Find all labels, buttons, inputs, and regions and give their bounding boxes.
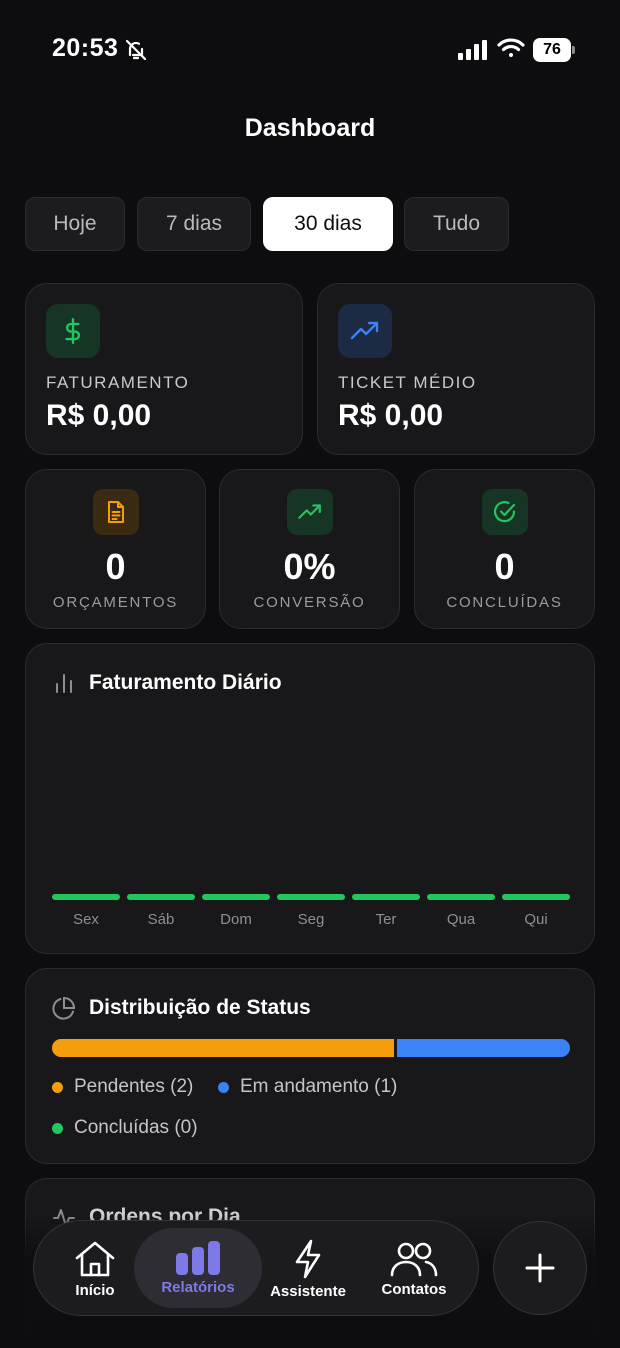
pie-chart-icon	[52, 996, 76, 1020]
users-icon	[390, 1242, 438, 1276]
day-label-1: Sáb	[147, 911, 175, 928]
add-button[interactable]	[493, 1221, 587, 1315]
completed-stat-card: 0 CONCLUÍDAS	[414, 469, 595, 629]
day-label-5: Qua	[446, 911, 476, 928]
tab-30-days[interactable]: 30 dias	[263, 197, 393, 251]
legend-in-progress: Em andamento (1)	[218, 1076, 397, 1098]
daily-bar-6	[502, 894, 570, 900]
revenue-label: FATURAMENTO	[46, 373, 190, 392]
legend-in-progress-label: Em andamento (1)	[240, 1076, 398, 1097]
page-title: Dashboard	[244, 114, 376, 142]
conversion-icon-box	[287, 489, 333, 535]
legend-completed: Concluídas (0)	[52, 1117, 198, 1139]
wifi-icon	[497, 38, 525, 57]
day-label-0: Sex	[73, 911, 99, 928]
daily-bar-4	[352, 894, 420, 900]
tab-7-days[interactable]: 7 dias	[137, 197, 251, 251]
bar-chart-icon	[176, 1240, 220, 1275]
legend-completed-label: Concluídas (0)	[74, 1117, 198, 1138]
completed-value: 0	[494, 546, 515, 587]
revenue-value: R$ 0,00	[46, 399, 152, 432]
completed-label: CONCLUÍDAS	[446, 594, 563, 611]
legend-dot-completed	[52, 1122, 63, 1134]
signal-icon	[458, 40, 487, 60]
conversion-value: 0%	[283, 546, 336, 587]
day-label-6: Qui	[524, 911, 548, 928]
legend-dot-pending	[52, 1081, 63, 1093]
conversion-label: CONVERSÃO	[253, 594, 366, 611]
day-label-3: Seg	[297, 911, 325, 928]
ticket-label: TICKET MÉDIO	[338, 373, 477, 392]
conversion-stat-card: 0% CONVERSÃO	[219, 469, 400, 629]
bottom-navigation: Início Relatórios Assistente Contatos	[33, 1220, 479, 1316]
battery-indicator: 76	[533, 38, 575, 62]
legend-pending: Pendentes (2)	[52, 1076, 193, 1098]
quotes-value: 0	[105, 546, 126, 587]
day-label-4: Ter	[375, 911, 397, 928]
status-segment-0	[52, 1039, 395, 1057]
tab-all[interactable]: Tudo	[404, 197, 509, 251]
check-circle-icon	[493, 501, 516, 523]
status-segment-1	[397, 1039, 570, 1057]
nav-contacts[interactable]: Contatos	[368, 1221, 460, 1317]
nav-assistant[interactable]: Assistente	[262, 1221, 354, 1317]
daily-bar-2	[202, 894, 270, 900]
completed-icon-box	[482, 489, 528, 535]
day-label-2: Dom	[220, 911, 252, 928]
status-bar: 20:53 76	[0, 0, 620, 100]
quotes-stat-card: 0 ORÇAMENTOS	[25, 469, 206, 629]
tab-today[interactable]: Hoje	[25, 197, 125, 251]
home-icon	[75, 1241, 115, 1276]
status-time: 20:53	[52, 34, 119, 62]
nav-home-label: Início	[75, 1281, 115, 1299]
nav-home[interactable]: Início	[48, 1221, 142, 1317]
daily-revenue-title: Faturamento Diário	[89, 671, 282, 694]
daily-revenue-card: Faturamento Diário Sex Sáb Dom Seg Ter Qua Qui	[25, 643, 595, 954]
nav-assistant-label: Assistente	[270, 1282, 346, 1300]
nav-reports-label: Relatórios	[161, 1278, 235, 1296]
bar-chart-icon	[56, 674, 72, 693]
daily-bar-1	[127, 894, 195, 900]
nav-contacts-label: Contatos	[381, 1280, 447, 1298]
status-distribution-bar	[52, 1039, 570, 1057]
ticket-value: R$ 0,00	[338, 399, 444, 432]
daily-bar-0	[52, 894, 120, 900]
dollar-icon	[65, 317, 81, 345]
daily-bar-3	[277, 894, 345, 900]
battery-level: 76	[533, 38, 571, 62]
status-distribution-title: Distribuição de Status	[89, 996, 311, 1019]
revenue-icon-box	[46, 304, 100, 358]
quotes-icon-box	[93, 489, 139, 535]
daily-bar-5	[427, 894, 495, 900]
bell-muted-icon	[125, 39, 147, 61]
document-icon	[108, 501, 124, 523]
trending-up-icon	[298, 504, 321, 519]
status-distribution-card: Distribuição de Status Pendentes (2) Em …	[25, 968, 595, 1164]
legend-pending-label: Pendentes (2)	[74, 1076, 194, 1097]
revenue-card: FATURAMENTO R$ 0,00	[25, 283, 303, 455]
quotes-label: ORÇAMENTOS	[52, 594, 179, 611]
legend-dot-in-progress	[218, 1081, 229, 1093]
plus-icon	[525, 1253, 555, 1283]
average-ticket-card: TICKET MÉDIO R$ 0,00	[317, 283, 595, 455]
trending-up-icon	[350, 321, 379, 340]
lightning-icon	[295, 1239, 321, 1278]
ticket-icon-box	[338, 304, 392, 358]
nav-reports[interactable]: Relatórios	[134, 1228, 262, 1308]
